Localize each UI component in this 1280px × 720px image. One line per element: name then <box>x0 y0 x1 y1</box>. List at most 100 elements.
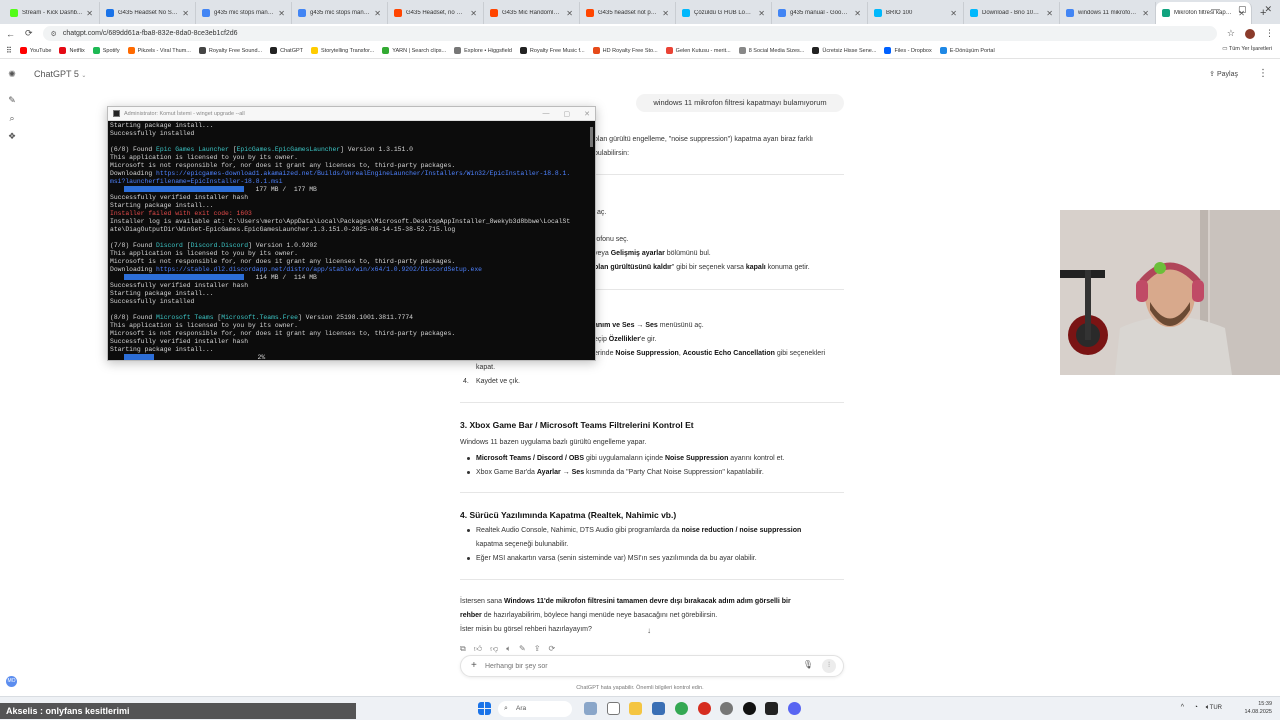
browser-tab[interactable]: Stream - Kick Dashb... ✕ <box>4 2 100 24</box>
terminal-scrollbar[interactable] <box>590 127 593 147</box>
profile-avatar[interactable] <box>1245 28 1255 39</box>
microphone-icon[interactable]: 🎙︎ <box>803 660 813 669</box>
bookmark-item[interactable]: Royalty Free Music f... <box>519 47 585 54</box>
tab-close-icon[interactable]: ✕ <box>662 9 669 18</box>
network-icon[interactable]: ◔ <box>1194 704 1198 711</box>
taskbar-search[interactable]: ⌕ Ara <box>498 701 572 717</box>
attach-plus-icon[interactable]: + <box>471 660 477 672</box>
taskbar-clock[interactable]: 15:39 14.08.2025 <box>1244 700 1272 716</box>
bookmark-item[interactable]: Royalty Free Sound... <box>198 47 262 54</box>
reload-icon[interactable]: ⟳ <box>25 28 33 39</box>
site-info-icon[interactable]: ⚙ <box>51 30 57 38</box>
browser-tab[interactable]: G435 Headset, no mi... ✕ <box>388 2 484 24</box>
minimize-button[interactable]: — <box>1211 4 1220 15</box>
share-icon: ⇪ <box>1209 71 1217 78</box>
tab-close-icon[interactable]: ✕ <box>182 9 189 18</box>
download-progress-bar <box>124 354 154 360</box>
bookmark-item[interactable]: Ücretsiz Hisse Sene... <box>812 47 876 54</box>
back-icon[interactable]: ← <box>6 29 15 39</box>
browser-tab[interactable]: G435 Headset No Sou... ✕ <box>100 2 196 24</box>
bookmark-item[interactable]: E-Dönüşüm Portal <box>939 47 995 54</box>
browser-tab[interactable]: g435 mic stops manua... ✕ <box>196 2 292 24</box>
browser-tab[interactable]: G435 headset not pair... ✕ <box>580 2 676 24</box>
browser-tab[interactable]: g435 mic stops manu... ✕ <box>292 2 388 24</box>
assistant-text: Xbox Game Bar'da Ayarlar → Ses kısmında … <box>476 469 764 476</box>
openai-logo-icon[interactable]: ✺ <box>7 69 17 79</box>
bookmark-item[interactable]: Explore • Higgsfield <box>454 47 512 54</box>
start-button[interactable] <box>478 702 491 715</box>
bookmark-item[interactable]: YARN | Search clips... <box>382 47 446 54</box>
all-bookmarks-folder[interactable]: ▭ Tüm Yer İşaretleri <box>1222 46 1272 52</box>
close-window-button[interactable]: ✕ <box>1264 4 1272 15</box>
library-icon[interactable]: ❖ <box>7 131 17 141</box>
chatgpt-app-icon[interactable] <box>743 702 756 715</box>
maximize-button[interactable]: ▢ <box>1238 4 1247 15</box>
terminal-taskbar-icon[interactable] <box>765 702 778 715</box>
tab-close-icon[interactable]: ✕ <box>854 9 861 18</box>
bookmark-item[interactable]: HD Royalty Free Sto... <box>592 47 658 54</box>
thumbs-up-icon[interactable]: 👍︎ <box>474 644 482 654</box>
voice-mode-icon[interactable]: ⫶ <box>822 659 836 673</box>
tab-favicon-icon <box>1162 9 1170 17</box>
tab-close-icon[interactable]: ✕ <box>758 9 765 18</box>
tab-close-icon[interactable]: ✕ <box>278 9 285 18</box>
bookmark-item[interactable]: Spotify <box>92 47 120 54</box>
tray-chevron-icon[interactable]: ^ <box>1181 704 1184 711</box>
apps-grid-icon[interactable]: ⠿ <box>6 46 12 55</box>
task-view-icon[interactable] <box>607 702 620 715</box>
tab-close-icon[interactable]: ✕ <box>1046 9 1053 18</box>
tab-favicon-icon <box>970 9 978 17</box>
bookmark-item[interactable]: Storytelling Transfor... <box>311 47 374 54</box>
model-selector[interactable]: ChatGPT 5 ⌄ <box>34 69 86 79</box>
search-chats-icon[interactable]: ⌕ <box>7 113 17 123</box>
browser-tab[interactable]: windows 11 mikrofon ... ✕ <box>1060 2 1156 24</box>
terminal-title-bar[interactable]: Administrator: Komut İstemi - winget upg… <box>108 107 595 121</box>
settings-gear-icon[interactable] <box>720 702 733 715</box>
copy-icon[interactable]: ⧉ <box>460 644 466 654</box>
tab-close-icon[interactable]: ✕ <box>950 9 957 18</box>
tab-close-icon[interactable]: ✕ <box>86 9 93 18</box>
app-icon[interactable] <box>698 702 711 715</box>
tab-close-icon[interactable]: ✕ <box>374 9 381 18</box>
tab-close-icon[interactable]: ✕ <box>470 9 477 18</box>
share-button[interactable]: ⇪ Paylaş <box>1209 70 1238 78</box>
bookmark-item[interactable]: 8 Social Media Sizes... <box>738 47 804 54</box>
terminal-close-button[interactable]: ✕ <box>584 110 590 118</box>
more-options-icon[interactable]: ⋮ <box>1258 68 1268 79</box>
browser-menu-icon[interactable]: ⋮ <box>1265 28 1274 39</box>
regenerate-icon[interactable]: ⟳ <box>548 644 555 654</box>
terminal-output[interactable]: Starting package install... Successfully … <box>108 121 595 360</box>
terminal-minimize-button[interactable]: — <box>543 110 550 118</box>
browser-tab[interactable]: Çözüldü G HUB Login... ✕ <box>676 2 772 24</box>
browser-tab[interactable]: G435 Mic Randomly B... ✕ <box>484 2 580 24</box>
input-language[interactable]: TUR <box>1210 705 1222 711</box>
read-aloud-icon[interactable]: 🔈︎ <box>506 644 511 654</box>
edit-icon[interactable]: ✎ <box>519 644 526 654</box>
bookmark-item[interactable]: ChatGPT <box>270 47 303 54</box>
calculator-icon[interactable] <box>652 702 665 715</box>
bookmark-item[interactable]: Gelen Kutusu - merit... <box>665 47 731 54</box>
widgets-icon[interactable] <box>584 702 597 715</box>
tab-close-icon[interactable]: ✕ <box>1142 9 1149 18</box>
chrome-icon[interactable] <box>675 702 688 715</box>
prompt-input[interactable] <box>485 660 785 673</box>
browser-tab[interactable]: BRIO 100 ✕ <box>868 2 964 24</box>
bookmark-label: Royalty Free Music f... <box>529 47 585 54</box>
thumbs-down-icon[interactable]: 👎︎ <box>490 644 498 654</box>
bookmark-item[interactable]: YouTube <box>19 47 51 54</box>
bookmark-item[interactable]: Files - Dropbox <box>884 47 932 54</box>
browser-tab[interactable]: Download - Brio 100 ... ✕ <box>964 2 1060 24</box>
address-bar[interactable]: ⚙ chatgpt.com/c/689dd61a-fba8-832e-8da0-… <box>42 26 1217 41</box>
command-prompt-window[interactable]: Administrator: Komut İstemi - winget upg… <box>107 106 596 361</box>
tab-close-icon[interactable]: ✕ <box>566 9 573 18</box>
discord-icon[interactable] <box>788 702 801 715</box>
scroll-down-icon[interactable]: ↓ <box>647 626 651 635</box>
new-chat-icon[interactable]: ✎ <box>7 95 17 105</box>
file-explorer-icon[interactable] <box>629 702 642 715</box>
terminal-maximize-button[interactable]: ▢ <box>564 110 571 118</box>
bookmark-item[interactable]: Pikzels - Viral Thum... <box>127 47 191 54</box>
browser-tab[interactable]: g435 manual - Google... ✕ <box>772 2 868 24</box>
bookmark-item[interactable]: Netflix <box>59 47 85 54</box>
share-message-icon[interactable]: ⇪ <box>534 644 541 654</box>
bookmark-star-icon[interactable]: ☆ <box>1227 28 1235 39</box>
